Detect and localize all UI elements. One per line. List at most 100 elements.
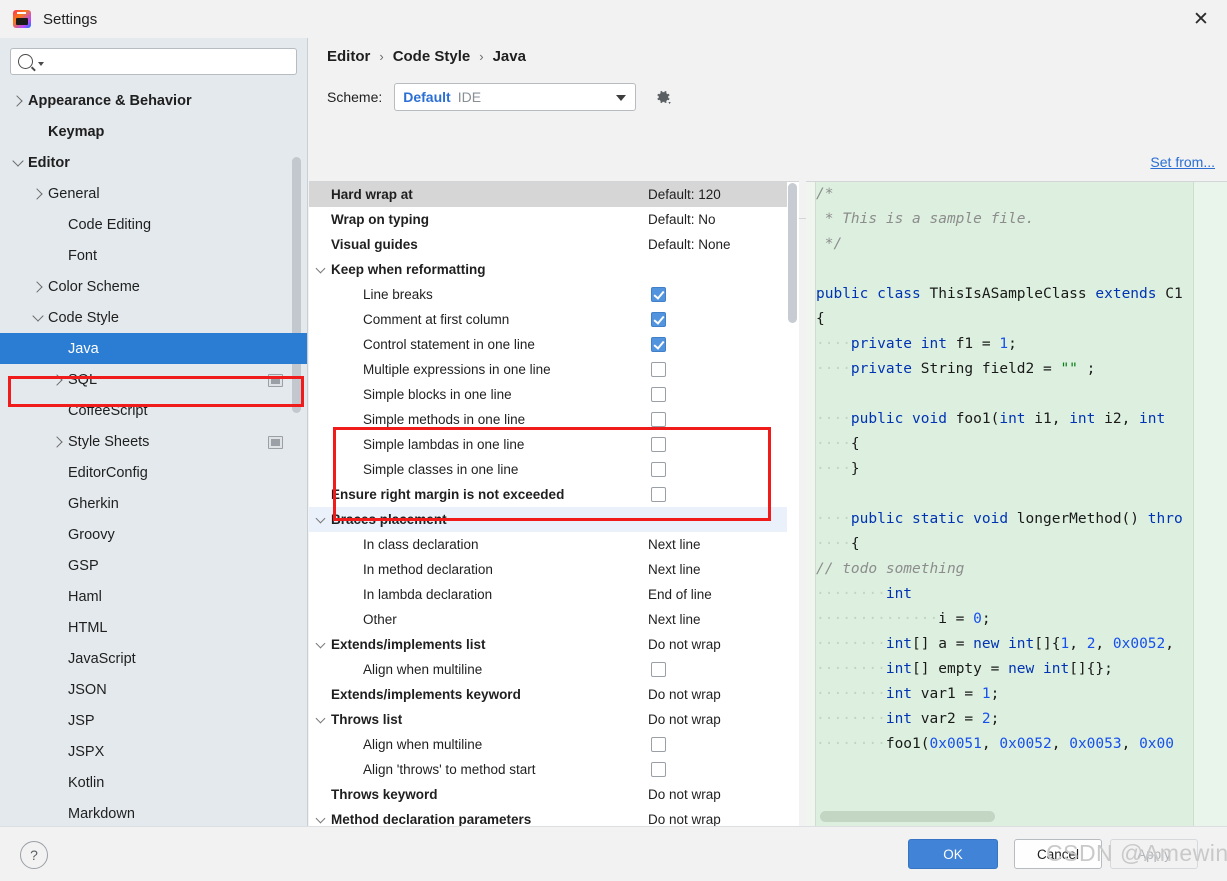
option-row[interactable]: Align 'throws' to method start [309,757,799,782]
option-twisty[interactable] [309,638,331,648]
sidebar-item-editorconfig[interactable]: EditorConfig [0,457,307,488]
option-checkbox[interactable] [651,312,666,327]
option-row[interactable]: Ensure right margin is not exceeded [309,482,799,507]
option-checkbox[interactable] [651,487,666,502]
option-row[interactable]: Align when multiline [309,657,799,682]
sidebar-item-kotlin[interactable]: Kotlin [0,767,307,798]
option-value[interactable]: Default: 120 [648,187,721,202]
code-preview-panel[interactable]: /* * This is a sample file. */ public cl… [806,181,1227,826]
chevron-down-icon[interactable] [616,95,627,101]
option-value[interactable]: Next line [648,612,701,627]
tree-twisty[interactable] [8,94,28,107]
ok-button[interactable]: OK [908,839,998,869]
option-twisty[interactable] [309,513,331,523]
sidebar-item-code-style[interactable]: Code Style [0,302,307,333]
option-checkbox[interactable] [651,412,666,427]
sidebar-item-editor[interactable]: Editor [0,147,307,178]
tree-twisty[interactable] [48,435,68,448]
option-checkbox[interactable] [651,462,666,477]
option-value[interactable]: Do not wrap [648,712,721,727]
sidebar-item-jsp[interactable]: JSP [0,705,307,736]
gear-icon[interactable] [654,88,672,106]
sidebar-item-general[interactable]: General [0,178,307,209]
tree-twisty[interactable] [28,187,48,200]
sidebar-item-markdown[interactable]: Markdown [0,798,307,826]
help-button[interactable]: ? [20,841,48,869]
option-checkbox[interactable] [651,737,666,752]
option-checkbox[interactable] [651,387,666,402]
option-value[interactable]: Next line [648,562,701,577]
chevron-down-icon[interactable] [32,310,44,322]
chevron-right-icon[interactable] [31,187,43,200]
breadcrumb-part[interactable]: Java [493,48,526,65]
sidebar-item-color-scheme[interactable]: Color Scheme [0,271,307,302]
option-row[interactable]: Throws list Do not wrap [309,707,799,732]
option-checkbox[interactable] [651,437,666,452]
search-input[interactable] [44,53,289,70]
chevron-down-icon[interactable] [12,155,24,167]
option-row[interactable]: Extends/implements list Do not wrap [309,632,799,657]
sidebar-item-keymap[interactable]: Keymap [0,116,307,147]
sidebar-item-gherkin[interactable]: Gherkin [0,488,307,519]
breadcrumb-part[interactable]: Editor [327,48,370,65]
chevron-down-icon[interactable] [315,713,325,723]
option-value[interactable]: Do not wrap [648,637,721,652]
option-row[interactable]: Multiple expressions in one line [309,357,799,382]
options-scrollbar-track[interactable] [787,182,799,826]
option-row[interactable]: Line breaks [309,282,799,307]
option-checkbox[interactable] [651,662,666,677]
option-row[interactable]: Keep when reformatting [309,257,799,282]
chevron-down-icon[interactable] [315,513,325,523]
option-row[interactable]: Wrap on typing Default: No [309,207,799,232]
sidebar-item-haml[interactable]: Haml [0,581,307,612]
wrapping-options-list[interactable]: Hard wrap at Default: 120 Wrap on typing De… [309,181,799,826]
settings-tree[interactable]: Appearance & Behavior Keymap Editor General… [0,85,307,826]
option-row[interactable]: Extends/implements keyword Do not wrap [309,682,799,707]
sidebar-item-coffeescript[interactable]: CoffeeScript [0,395,307,426]
option-value[interactable]: Default: No [648,212,716,227]
option-row[interactable]: Hard wrap at Default: 120 [309,182,799,207]
option-checkbox[interactable] [651,337,666,352]
chevron-right-icon[interactable] [51,435,63,448]
option-row[interactable]: In method declaration Next line [309,557,799,582]
option-row[interactable]: Simple blocks in one line [309,382,799,407]
option-row[interactable]: Visual guides Default: None [309,232,799,257]
chevron-down-icon[interactable] [315,638,325,648]
option-value[interactable]: Do not wrap [648,687,721,702]
tree-twisty[interactable] [28,280,48,293]
breadcrumb-part[interactable]: Code Style [393,48,471,65]
option-checkbox[interactable] [651,762,666,777]
sidebar-item-javascript[interactable]: JavaScript [0,643,307,674]
option-row[interactable]: Simple classes in one line [309,457,799,482]
sidebar-item-gsp[interactable]: GSP [0,550,307,581]
option-value[interactable]: Do not wrap [648,812,721,826]
option-value[interactable]: End of line [648,587,712,602]
sidebar-item-jspx[interactable]: JSPX [0,736,307,767]
options-scrollbar-thumb[interactable] [788,183,797,323]
sidebar-item-font[interactable]: Font [0,240,307,271]
option-row[interactable]: Braces placement [309,507,799,532]
chevron-right-icon[interactable] [11,94,23,107]
chevron-right-icon[interactable] [31,280,43,293]
tree-twisty[interactable] [8,155,28,167]
option-row[interactable]: Align when multiline [309,732,799,757]
option-value[interactable]: Default: None [648,237,731,252]
chevron-down-icon[interactable] [315,813,325,823]
option-row[interactable]: Throws keyword Do not wrap [309,782,799,807]
sidebar-item-html[interactable]: HTML [0,612,307,643]
option-twisty[interactable] [309,813,331,823]
sidebar-item-sql[interactable]: SQL [0,364,307,395]
sidebar-item-groovy[interactable]: Groovy [0,519,307,550]
scheme-select[interactable]: Default IDE [394,83,637,111]
option-checkbox[interactable] [651,362,666,377]
tree-twisty[interactable] [48,373,68,386]
chevron-right-icon[interactable] [51,373,63,386]
option-row[interactable]: Method declaration parameters Do not wrap [309,807,799,826]
close-icon[interactable]: ✕ [1175,0,1227,38]
sidebar-item-json[interactable]: JSON [0,674,307,705]
preview-horizontal-scrollbar[interactable] [820,811,995,822]
option-checkbox[interactable] [651,287,666,302]
tree-twisty[interactable] [28,310,48,322]
option-value[interactable]: Next line [648,537,701,552]
sidebar-item-style-sheets[interactable]: Style Sheets [0,426,307,457]
